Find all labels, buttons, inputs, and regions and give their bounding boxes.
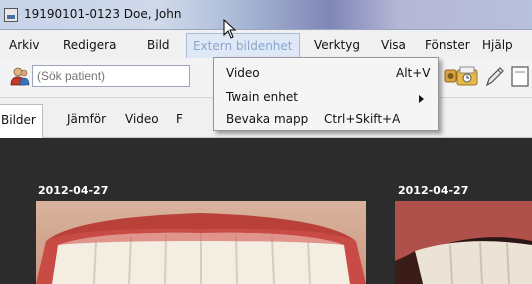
image-date-label: 2012-04-27 (38, 184, 109, 197)
image-date-label: 2012-04-27 (398, 184, 469, 197)
dropdown-item-video[interactable]: Video (226, 66, 260, 80)
dental-photo-2[interactable] (395, 201, 532, 284)
submenu-arrow-icon (419, 95, 424, 103)
menu-visa[interactable]: Visa (381, 38, 406, 52)
tab-video[interactable]: Video (125, 112, 159, 126)
dropdown-item-twain-enhet[interactable]: Twain enhet (226, 90, 298, 104)
menu-verktyg[interactable]: Verktyg (314, 38, 360, 52)
patient-search-input[interactable] (32, 65, 190, 87)
patient-icon[interactable] (10, 66, 30, 86)
dental-photo-1[interactable] (36, 201, 366, 284)
window-title: 19190101-0123 Doe, John (24, 7, 182, 21)
extern-bildenhet-dropdown: Video Alt+V Twain enhet Bevaka mapp Ctrl… (213, 57, 439, 131)
dropdown-item-bevaka-mapp[interactable]: Bevaka mapp (226, 112, 308, 126)
tab-partial[interactable]: F (176, 112, 183, 126)
calendar-folder-icon[interactable] (455, 64, 479, 88)
edit-pencil-icon[interactable] (483, 64, 507, 88)
document-icon[interactable] (509, 64, 532, 88)
menu-extern-bildenhet[interactable]: Extern bildenhet (186, 33, 300, 58)
app-icon (4, 8, 18, 22)
menu-arkiv[interactable]: Arkiv (9, 38, 40, 52)
menu-bar: Arkiv Redigera Bild Extern bildenhet Ver… (0, 30, 532, 58)
title-bar: 19190101-0123 Doe, John (0, 0, 532, 30)
tab-bilder[interactable]: Bilder (0, 104, 43, 138)
dropdown-shortcut-video: Alt+V (396, 66, 431, 80)
menu-fonster[interactable]: Fönster (425, 38, 470, 52)
dropdown-shortcut-bevaka-mapp: Ctrl+Skift+A (324, 112, 401, 126)
menu-bild[interactable]: Bild (147, 38, 170, 52)
menu-redigera[interactable]: Redigera (63, 38, 116, 52)
mouse-cursor-icon (223, 19, 237, 39)
tab-jamfor[interactable]: Jämför (67, 112, 106, 126)
menu-hjalp[interactable]: Hjälp (482, 38, 513, 52)
